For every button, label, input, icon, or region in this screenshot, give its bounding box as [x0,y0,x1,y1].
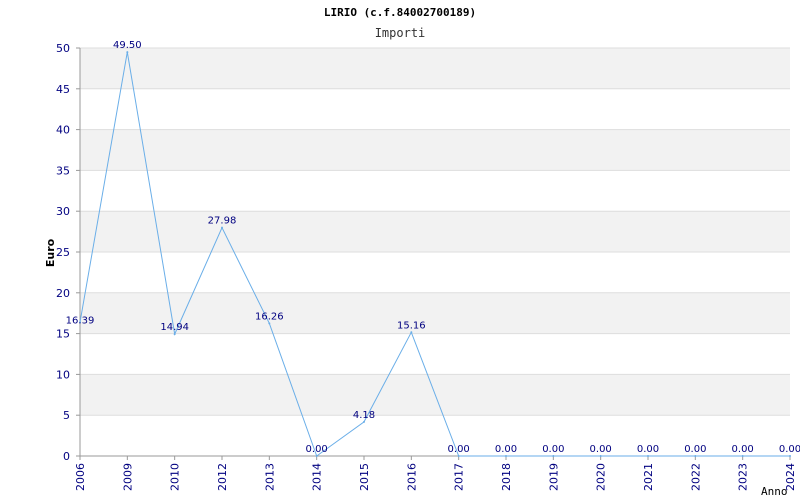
y-tick-label: 20 [56,287,70,300]
data-point [599,455,602,457]
data-label: 15.16 [397,320,426,331]
data-point [126,51,129,54]
y-tick-label: 5 [63,409,70,422]
chart-title: LIRIO (c.f.84002700189) [324,6,476,19]
data-label: 0.00 [448,444,470,455]
x-tick-label: 2009 [121,463,134,491]
y-tick-label: 45 [56,83,70,96]
y-tick-label: 40 [56,124,70,137]
x-tick-label: 2016 [405,463,418,491]
x-tick-label: 2022 [689,463,702,491]
x-tick-label: 2014 [311,463,324,491]
x-axis-label: Anno [761,485,788,498]
x-tick-label: 2019 [547,463,560,491]
data-point [505,455,507,457]
data-point [315,455,318,457]
y-tick-label: 25 [56,246,70,259]
y-tick-label: 10 [56,368,70,381]
data-point [268,322,271,325]
line-chart: LIRIO (c.f.84002700189) Importi 0 5 10 15 20… [44,6,800,498]
y-tick-label: 15 [56,328,70,341]
y-axis-label: Euro [44,238,57,267]
data-label: 0.00 [684,444,706,455]
data-point [410,331,413,334]
x-tick-label: 2020 [595,463,608,491]
grid-bands [80,48,790,416]
data-label: 0.00 [542,444,564,455]
data-point [221,226,223,229]
x-tick-label: 2023 [737,463,750,491]
data-point [363,420,365,423]
data-label: 0.00 [732,444,754,455]
data-label: 14.94 [160,322,189,333]
data-point [457,455,460,457]
x-tick-label: 2021 [642,463,655,491]
data-point [789,455,791,457]
x-tick-label: 2015 [358,463,371,491]
x-tick-label: 2012 [216,463,229,491]
data-point [173,333,176,336]
grid-band [80,211,790,252]
grid-band [80,129,790,171]
y-tick-label: 35 [56,164,70,177]
y-tick-label: 30 [56,205,70,218]
data-label: 4.18 [353,410,375,421]
data-label: 0.00 [637,444,659,455]
data-point [647,455,649,457]
y-tick-label: 50 [56,42,70,55]
data-point [694,455,697,457]
x-tick-labels: 2006 2009 2010 2012 2013 2014 2015 2016 2017 2018… [74,463,797,491]
data-label: 0.00 [779,444,800,455]
data-point [552,455,555,457]
data-label: 16.26 [255,311,284,322]
data-label: 27.98 [208,216,237,227]
x-tick-label: 2013 [263,463,276,491]
data-point [741,455,744,457]
data-label: 16.39 [66,315,95,326]
x-tick-label: 2018 [500,463,513,491]
x-tick-label: 2010 [169,463,182,491]
x-tick-label: 2006 [74,463,87,491]
data-label: 0.00 [306,444,328,455]
data-label: 49.50 [113,40,142,51]
y-tick-label: 0 [63,450,70,463]
y-tick-labels: 0 5 10 15 20 25 30 35 40 45 50 [56,42,70,463]
x-tick-label: 2017 [453,463,466,491]
data-label: 0.00 [495,444,517,455]
data-label: 0.00 [590,444,612,455]
chart-subtitle: Importi [375,26,426,40]
grid-band [80,48,790,89]
